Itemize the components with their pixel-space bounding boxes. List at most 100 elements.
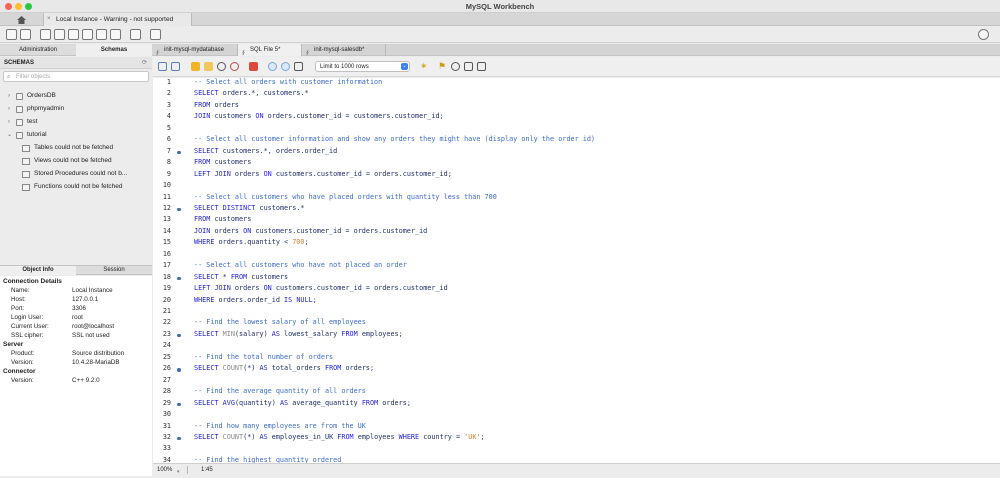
code-line[interactable]: 5 xyxy=(153,124,1000,135)
filter-objects-input[interactable]: ⌕ Filter objects xyxy=(3,71,149,82)
open-file-icon[interactable] xyxy=(158,62,167,71)
code-line[interactable]: 2 SELECT orders.*, customers.* xyxy=(153,89,1000,100)
new-sql-tab-icon[interactable] xyxy=(6,29,17,40)
search-icon[interactable] xyxy=(451,62,460,71)
code-line[interactable]: 27 xyxy=(153,376,1000,387)
create-table-icon[interactable] xyxy=(68,29,79,40)
inspector-icon[interactable] xyxy=(40,29,51,40)
schema-item-ordersdb[interactable]: › OrdersDB xyxy=(0,90,152,102)
execute-current-icon[interactable] xyxy=(204,62,213,71)
line-number: 26 xyxy=(162,364,171,373)
code-text: JOIN customers ON orders.customer_id = c… xyxy=(194,112,444,121)
save-icon[interactable] xyxy=(171,62,180,71)
close-tab-icon[interactable]: × xyxy=(47,13,51,26)
editor-tab-init-mysql-mydatabase[interactable]: ∮ init-mysql-mydatabase xyxy=(152,44,238,56)
invisible-chars-icon[interactable] xyxy=(464,62,473,71)
editor-tab-init-mysql-salesdb[interactable]: ∮ init-mysql-salesdb* xyxy=(302,44,386,56)
code-line[interactable]: 6 -- Select all customer information and … xyxy=(153,135,1000,146)
schema-name: OrdersDB xyxy=(27,92,56,99)
wrap-lines-icon[interactable] xyxy=(477,62,486,71)
execute-icon[interactable] xyxy=(191,62,200,71)
tab-object-info[interactable]: Object Info xyxy=(0,266,76,275)
editor-tab-label: SQL File 5* xyxy=(250,47,281,53)
code-line[interactable]: 31 -- Find how many employees are from th… xyxy=(153,422,1000,433)
code-line[interactable]: 23 SELECT MIN(salary) AS lowest_salary FR… xyxy=(153,330,1000,341)
code-line[interactable]: 16 xyxy=(153,250,1000,261)
chevron-right-icon[interactable]: › xyxy=(8,103,10,115)
code-line[interactable]: 12 SELECT DISTINCT customers.* xyxy=(153,204,1000,215)
code-line[interactable]: 7 SELECT customers.*, orders.order_id xyxy=(153,147,1000,158)
create-procedure-icon[interactable] xyxy=(96,29,107,40)
schema-item-tutorial[interactable]: ⌄ tutorial xyxy=(0,129,152,141)
code-line[interactable]: 8 FROM customers xyxy=(153,158,1000,169)
schema-item-test[interactable]: › test xyxy=(0,116,152,128)
sql-editor[interactable]: 1 -- Select all orders with customer info… xyxy=(153,78,1000,463)
code-line[interactable]: 29 SELECT AVG(quantity) AS average_quanti… xyxy=(153,399,1000,410)
code-line[interactable]: 32 SELECT COUNT(*) AS employees_in_UK FRO… xyxy=(153,433,1000,444)
line-number: 25 xyxy=(162,352,171,361)
settings-icon[interactable] xyxy=(978,29,989,40)
zoom-level[interactable]: 100% xyxy=(157,464,172,476)
editor-tab-sql-file-5[interactable]: ∮ SQL File 5* xyxy=(238,44,302,56)
create-view-icon[interactable] xyxy=(82,29,93,40)
tree-item-stored-procedures[interactable]: Stored Procedures could not b... xyxy=(0,168,152,180)
stop-icon[interactable] xyxy=(230,62,239,71)
code-line[interactable]: 26 SELECT COUNT(*) AS total_orders FROM o… xyxy=(153,364,1000,375)
code-line[interactable]: 24 xyxy=(153,341,1000,352)
code-line[interactable]: 20 WHERE orders.order_id IS NULL; xyxy=(153,296,1000,307)
chevron-right-icon[interactable]: › xyxy=(8,116,10,128)
limit-rows-select[interactable]: Limit to 1000 rows ⌄ xyxy=(315,61,410,72)
tab-schemas[interactable]: Schemas xyxy=(76,44,152,56)
code-line[interactable]: 3 FROM orders xyxy=(153,101,1000,112)
tree-item-label: Tables could not be fetched xyxy=(34,144,114,151)
code-line[interactable]: 28 -- Find the average quantity of all or… xyxy=(153,387,1000,398)
code-line[interactable]: 15 WHERE orders.quantity < 700; xyxy=(153,238,1000,249)
database-icon xyxy=(16,119,23,126)
find-replace-icon[interactable]: ⚑ xyxy=(438,62,447,71)
line-number: 13 xyxy=(162,215,171,224)
code-line[interactable]: 4 JOIN customers ON orders.customer_id = … xyxy=(153,112,1000,123)
tree-item-views[interactable]: Views could not be fetched xyxy=(0,155,152,167)
code-line[interactable]: 22 -- Find the lowest salary of all emplo… xyxy=(153,318,1000,329)
reconnect-icon[interactable] xyxy=(150,29,161,40)
chevron-right-icon[interactable]: › xyxy=(8,90,10,102)
code-line[interactable]: 30 xyxy=(153,410,1000,421)
rollback-icon[interactable] xyxy=(281,62,290,71)
tab-session[interactable]: Session xyxy=(76,266,152,275)
open-sql-script-icon[interactable] xyxy=(20,29,31,40)
code-line[interactable]: 18 SELECT * FROM customers xyxy=(153,273,1000,284)
code-line[interactable]: 13 FROM customers xyxy=(153,215,1000,226)
explain-icon[interactable] xyxy=(217,62,226,71)
info-label: SSL cipher: xyxy=(11,332,44,339)
code-line[interactable]: 1 -- Select all orders with customer info… xyxy=(153,78,1000,89)
code-line[interactable]: 33 xyxy=(153,444,1000,455)
home-tab[interactable] xyxy=(0,13,44,26)
toggle-error-icon[interactable] xyxy=(249,62,258,71)
refresh-icon[interactable]: ⟳ xyxy=(142,57,147,69)
search-table-data-icon[interactable] xyxy=(130,29,141,40)
create-schema-icon[interactable] xyxy=(54,29,65,40)
code-line[interactable]: 19 LEFT JOIN orders ON customers.customer… xyxy=(153,284,1000,295)
connection-tab[interactable]: × Local Instance - Warning - not support… xyxy=(44,13,192,26)
commit-icon[interactable] xyxy=(268,62,277,71)
code-line[interactable]: 10 xyxy=(153,181,1000,192)
create-function-icon[interactable] xyxy=(110,29,121,40)
chevron-down-icon[interactable]: ⌄ xyxy=(7,129,12,141)
tree-item-tables[interactable]: Tables could not be fetched xyxy=(0,142,152,154)
beautify-icon[interactable]: ✶ xyxy=(420,62,429,71)
schema-tree: › OrdersDB › phpmyadmin › test ⌄ tutoria… xyxy=(0,84,152,260)
code-line[interactable]: 34 -- Find the highest quantity ordered xyxy=(153,456,1000,463)
code-line[interactable]: 21 xyxy=(153,307,1000,318)
code-line[interactable]: 9 LEFT JOIN orders ON customers.customer_… xyxy=(153,170,1000,181)
code-line[interactable]: 14 JOIN orders ON customers.customer_id =… xyxy=(153,227,1000,238)
divider xyxy=(187,466,188,474)
tree-item-functions[interactable]: Functions could not be fetched xyxy=(0,181,152,193)
chevron-down-icon[interactable]: ▾ xyxy=(177,466,180,478)
code-line[interactable]: 25 -- Find the total number of orders xyxy=(153,353,1000,364)
code-line[interactable]: 11 -- Select all customers who have place… xyxy=(153,193,1000,204)
line-number: 12 xyxy=(162,203,171,212)
tab-administration[interactable]: Administration xyxy=(0,44,76,56)
code-line[interactable]: 17 -- Select all customers who have not p… xyxy=(153,261,1000,272)
autocommit-icon[interactable] xyxy=(294,62,303,71)
schema-item-phpmyadmin[interactable]: › phpmyadmin xyxy=(0,103,152,115)
